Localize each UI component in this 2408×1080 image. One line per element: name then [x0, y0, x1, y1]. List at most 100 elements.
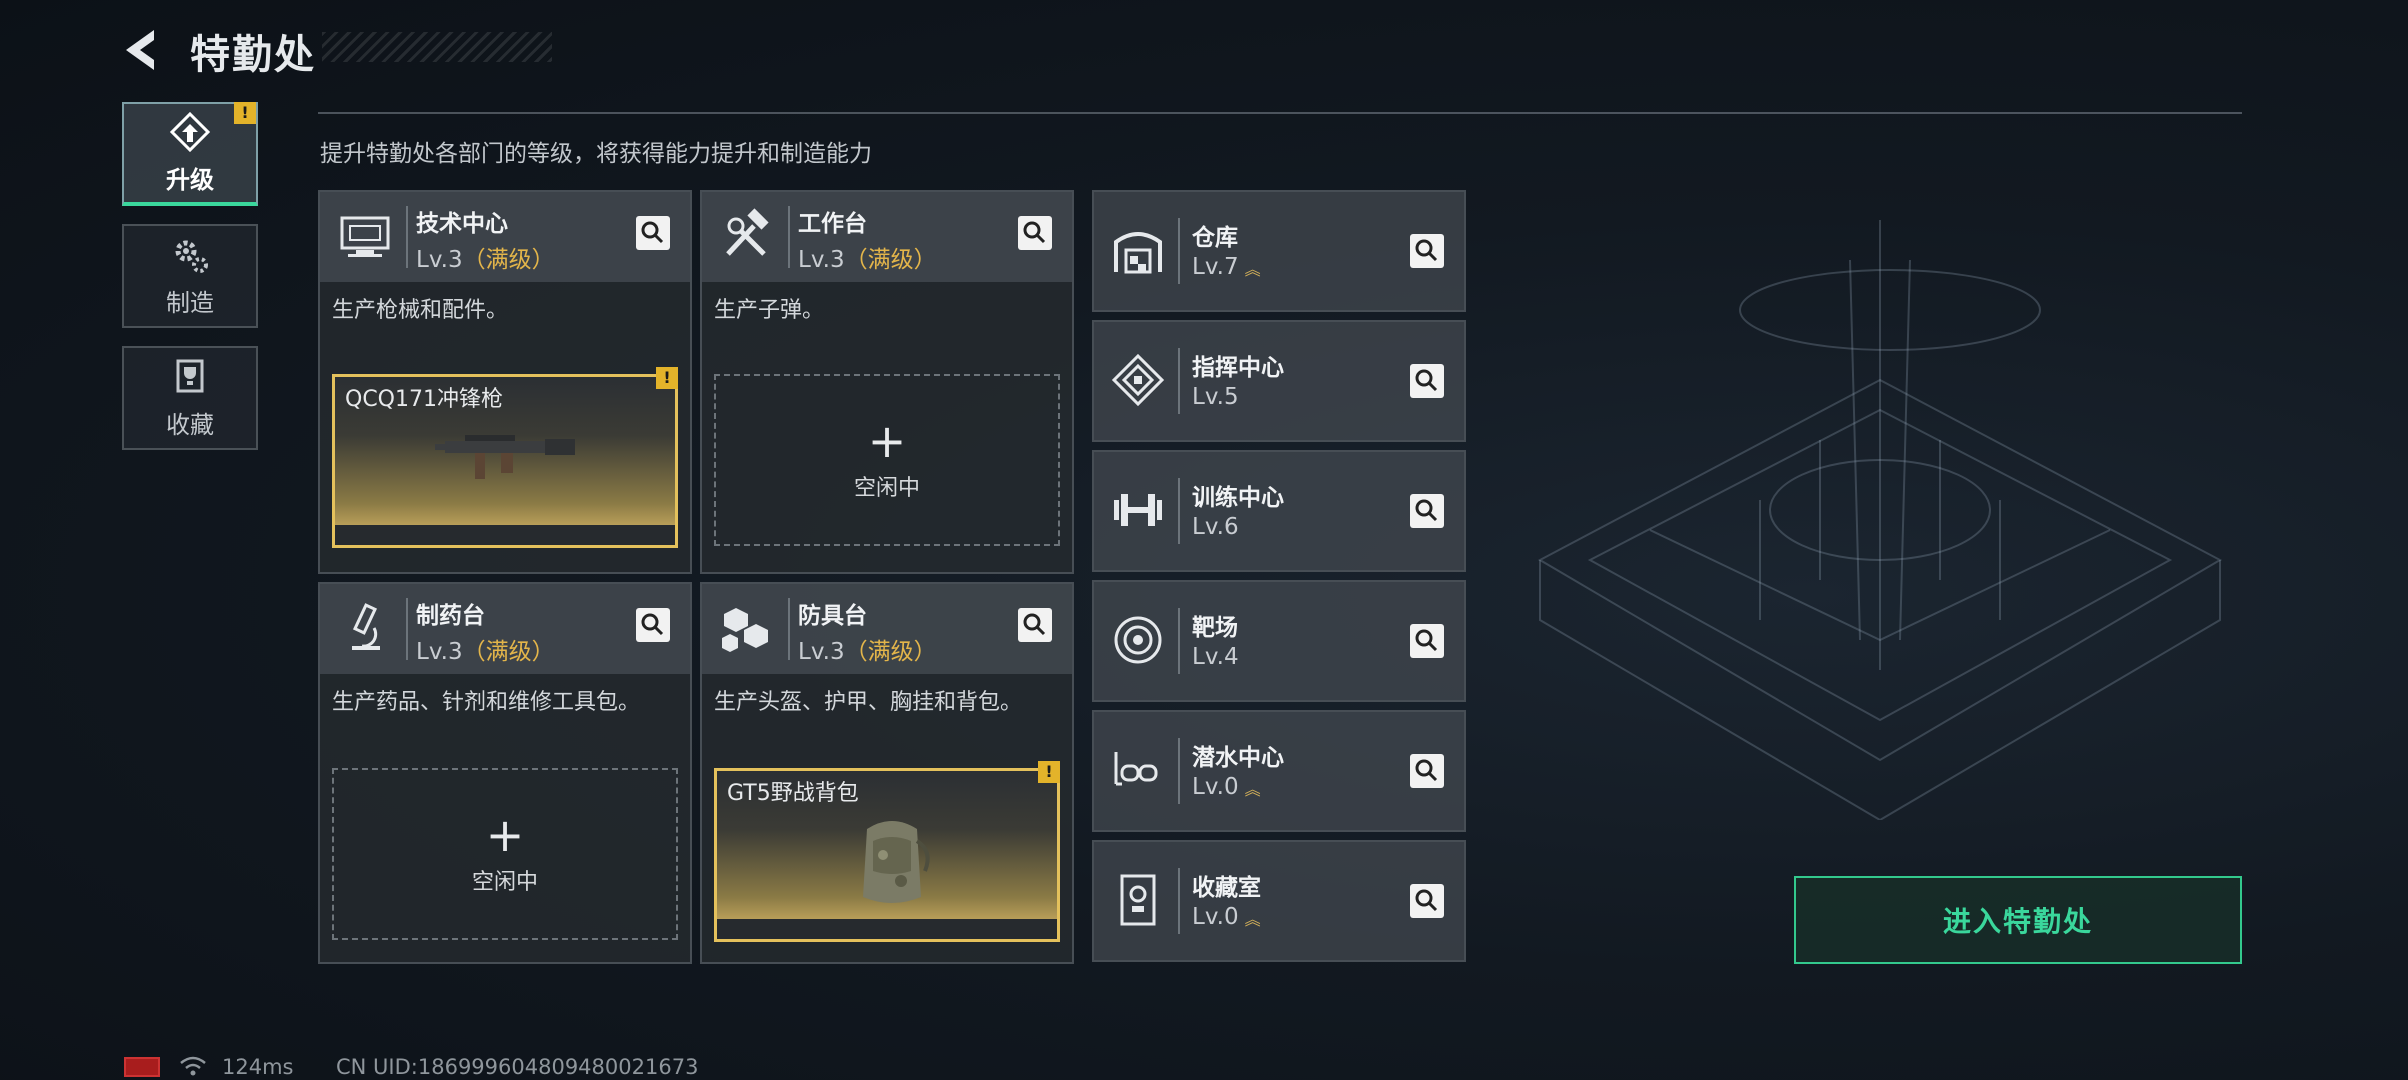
facility-name: 制药台	[416, 603, 485, 629]
separator	[1178, 478, 1180, 544]
target-icon	[1114, 616, 1162, 664]
inspect-button[interactable]	[1410, 624, 1444, 658]
backpack-icon	[863, 821, 930, 903]
back-arrow-icon	[126, 30, 154, 70]
facility-description: 生产枪械和配件。	[332, 298, 509, 323]
warehouse-icon	[1114, 232, 1162, 274]
ping-readout: 124ms	[222, 1055, 294, 1079]
display-case-icon	[1120, 874, 1156, 926]
building-name: 仓库	[1192, 225, 1238, 251]
search-icon	[1415, 499, 1438, 522]
inspect-button[interactable]	[1410, 494, 1444, 528]
separator	[1178, 738, 1180, 804]
building-command-center[interactable]: 指挥中心 Lv.5	[1092, 320, 1466, 442]
add-icon: +	[485, 808, 525, 862]
card-header: 技术中心 Lv.3（满级）	[320, 192, 690, 282]
facility-level: Lv.3（满级）	[416, 247, 555, 273]
production-slot-empty[interactable]: + 空闲中	[332, 768, 678, 940]
card-header: 工作台 Lv.3（满级）	[702, 192, 1072, 282]
search-icon	[1415, 889, 1438, 912]
building-name: 潜水中心	[1192, 745, 1284, 771]
wifi-icon	[180, 1056, 206, 1076]
page-title: 特勤处	[190, 32, 316, 78]
back-button[interactable]	[118, 26, 166, 74]
computer-icon	[340, 216, 390, 257]
facility-description: 生产头盔、护甲、胸挂和背包。	[714, 690, 1023, 715]
building-shooting-range[interactable]: 靶场 Lv.4	[1092, 580, 1466, 702]
facility-description: 生产药品、针剂和维修工具包。	[332, 690, 641, 715]
enter-special-ops-button[interactable]: 进入特勤处	[1794, 876, 2242, 964]
inspect-button[interactable]	[1018, 608, 1052, 642]
header-separator	[788, 206, 790, 268]
tab-craft[interactable]: 制造	[122, 224, 258, 328]
item-name: QCQ171冲锋枪	[345, 387, 503, 412]
production-slot-empty[interactable]: + 空闲中	[714, 374, 1060, 546]
search-icon	[1415, 369, 1438, 392]
armor-cubes-icon	[722, 608, 768, 652]
facility-name: 技术中心	[416, 211, 508, 237]
card-header: 制药台 Lv.3（满级）	[320, 584, 690, 674]
card-header: 防具台 Lv.3（满级）	[702, 584, 1072, 674]
search-icon	[641, 221, 664, 244]
building-training-center[interactable]: 训练中心 Lv.6	[1092, 450, 1466, 572]
inspect-button[interactable]	[636, 608, 670, 642]
facility-card-armor-bench[interactable]: 防具台 Lv.3（满级） 生产头盔、护甲、胸挂和背包。 ! GT5野战背包	[700, 582, 1074, 964]
idle-label: 空闲中	[853, 476, 920, 501]
diving-mask-icon	[1114, 752, 1158, 786]
facility-name: 防具台	[798, 603, 867, 629]
facility-card-pharmacy[interactable]: 制药台 Lv.3（满级） 生产药品、针剂和维修工具包。 + 空闲中	[318, 582, 692, 964]
slot-bar	[335, 525, 675, 545]
inspect-button[interactable]	[1018, 216, 1052, 250]
idle-label: 空闲中	[471, 870, 538, 895]
building-level: Lv.0 ︽	[1192, 774, 1261, 800]
facility-card-workbench[interactable]: 工作台 Lv.3（满级） 生产子弹。 + 空闲中	[700, 190, 1074, 574]
building-collection-room[interactable]: 收藏室 Lv.0 ︽	[1092, 840, 1466, 962]
tab-warning-badge: !	[234, 102, 256, 124]
building-name: 靶场	[1192, 615, 1238, 641]
building-level: Lv.7 ︽	[1192, 254, 1261, 280]
production-slot[interactable]: ! QCQ171冲锋枪	[332, 367, 678, 548]
slot-bar	[717, 919, 1057, 939]
inspect-button[interactable]	[1410, 754, 1444, 788]
tab-collection[interactable]: 收藏	[122, 346, 258, 450]
search-icon	[1023, 221, 1046, 244]
production-slot[interactable]: ! GT5野战背包	[714, 761, 1060, 942]
building-name: 训练中心	[1192, 485, 1284, 511]
slot-warning-badge: !	[1038, 761, 1060, 783]
search-icon	[1415, 759, 1438, 782]
user-id: CN UID:1869996048094800216​73	[336, 1055, 699, 1079]
upgrade-available-icon: ︽	[1244, 259, 1261, 279]
add-icon: +	[867, 414, 907, 468]
dumbbell-icon	[1114, 494, 1162, 526]
microscope-icon	[352, 603, 380, 650]
tab-upgrade[interactable]: ! 升级	[122, 102, 258, 206]
search-icon	[1415, 629, 1438, 652]
inspect-button[interactable]	[636, 216, 670, 250]
divider	[318, 112, 2242, 114]
separator	[1178, 218, 1180, 284]
upgrade-available-icon: ︽	[1244, 909, 1261, 929]
building-level: Lv.0 ︽	[1192, 904, 1261, 930]
building-level: Lv.5	[1192, 384, 1239, 410]
inspect-button[interactable]	[1410, 884, 1444, 918]
command-center-icon	[1111, 353, 1165, 407]
trophy-case-icon	[176, 359, 204, 392]
facility-level: Lv.3（满级）	[416, 639, 555, 665]
inspect-button[interactable]	[1410, 234, 1444, 268]
title-decoration	[322, 32, 552, 62]
facility-card-tech-center[interactable]: 技术中心 Lv.3（满级） 生产枪械和配件。 ! QCQ171冲锋枪	[318, 190, 692, 574]
building-diving-center[interactable]: 潜水中心 Lv.0 ︽	[1092, 710, 1466, 832]
separator	[1178, 608, 1180, 674]
hammer-wrench-icon	[726, 208, 769, 256]
search-icon	[1415, 239, 1438, 262]
building-level: Lv.4	[1192, 644, 1239, 670]
tab-label: 升级	[166, 165, 214, 194]
facility-name: 工作台	[798, 211, 867, 237]
inspect-button[interactable]	[1410, 364, 1444, 398]
separator	[1178, 868, 1180, 934]
building-name: 指挥中心	[1192, 355, 1284, 381]
facility-level: Lv.3（满级）	[798, 247, 937, 273]
building-warehouse[interactable]: 仓库 Lv.7 ︽	[1092, 190, 1466, 312]
page-subtitle: 提升特勤处各部门的等级，将获得能力提升和制造能力	[320, 141, 872, 167]
item-name: GT5野战背包	[727, 781, 859, 806]
